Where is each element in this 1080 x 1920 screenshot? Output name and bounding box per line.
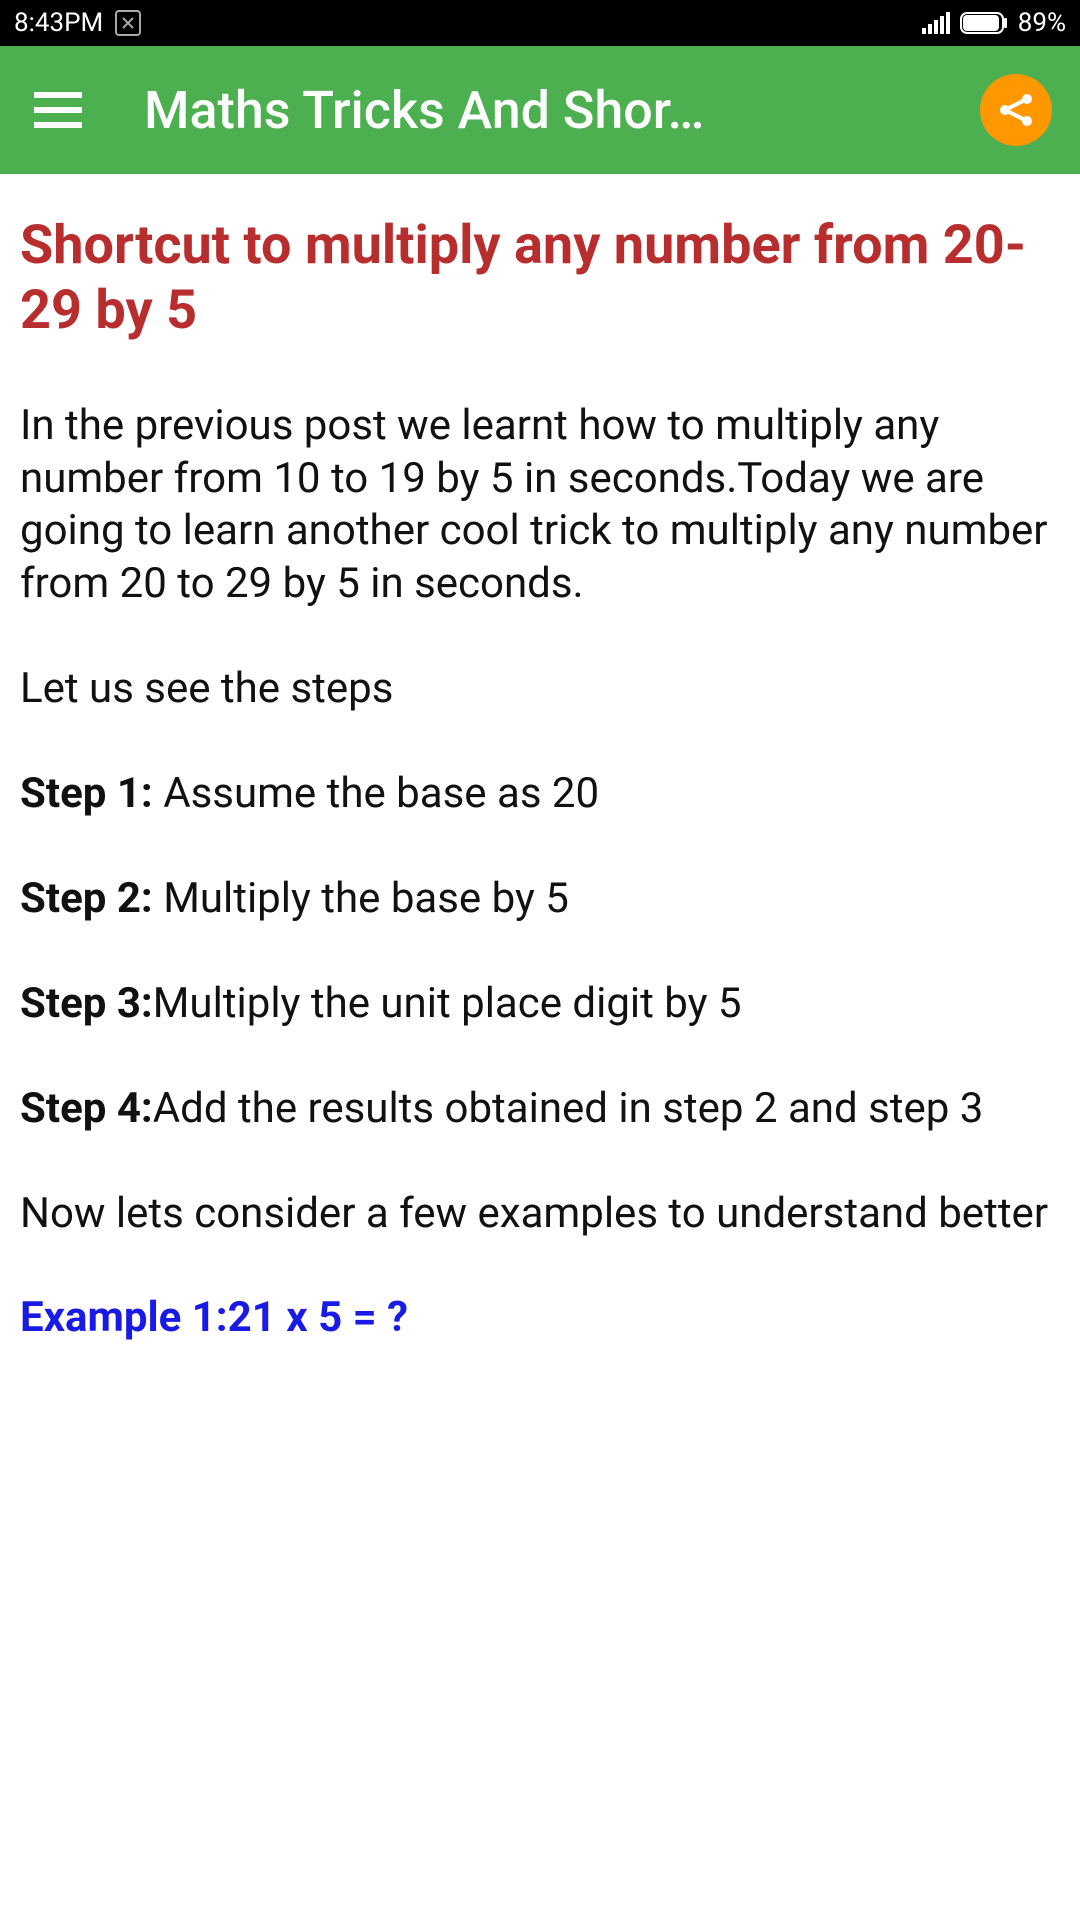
signal-icon [922, 12, 950, 34]
step-text: Assume the base as 20 [163, 769, 599, 818]
battery-icon [960, 12, 1008, 34]
examples-lead: Now lets consider a few examples to unde… [20, 1188, 1060, 1241]
status-time: 8:43PM [14, 8, 103, 38]
step-1: Step 1: Assume the base as 20 [20, 768, 1060, 821]
app-bar: Maths Tricks And Shor… [0, 46, 1080, 174]
step-label: Step 4: [20, 1084, 153, 1133]
step-label: Step 1: [20, 769, 163, 818]
app-title: Maths Tricks And Shor… [144, 80, 704, 141]
step-4: Step 4:Add the results obtained in step … [20, 1083, 1060, 1136]
step-2: Step 2: Multiply the base by 5 [20, 873, 1060, 926]
status-right: 89% [922, 8, 1066, 38]
share-icon [997, 91, 1035, 129]
step-text: Multiply the base by 5 [163, 874, 569, 923]
steps-lead-in: Let us see the steps [20, 663, 1060, 716]
article-content[interactable]: Shortcut to multiply any number from 20-… [0, 174, 1080, 1362]
step-3: Step 3:Multiply the unit place digit by … [20, 978, 1060, 1031]
step-text: Add the results obtained in step 2 and s… [153, 1084, 984, 1133]
article-intro: In the previous post we learnt how to mu… [20, 400, 1060, 612]
share-button[interactable] [980, 74, 1052, 146]
menu-button[interactable] [28, 80, 88, 140]
screenshot-icon [115, 10, 141, 36]
step-label: Step 3: [20, 979, 153, 1028]
hamburger-icon [34, 92, 82, 128]
battery-text: 89% [1018, 8, 1066, 38]
article-title: Shortcut to multiply any number from 20-… [20, 214, 1060, 344]
step-label: Step 2: [20, 874, 163, 923]
example-1-heading: Example 1:21 x 5 = ? [20, 1293, 1060, 1342]
step-text: Multiply the unit place digit by 5 [153, 979, 742, 1028]
status-bar: 8:43PM 89% [0, 0, 1080, 46]
status-left: 8:43PM [14, 8, 141, 38]
